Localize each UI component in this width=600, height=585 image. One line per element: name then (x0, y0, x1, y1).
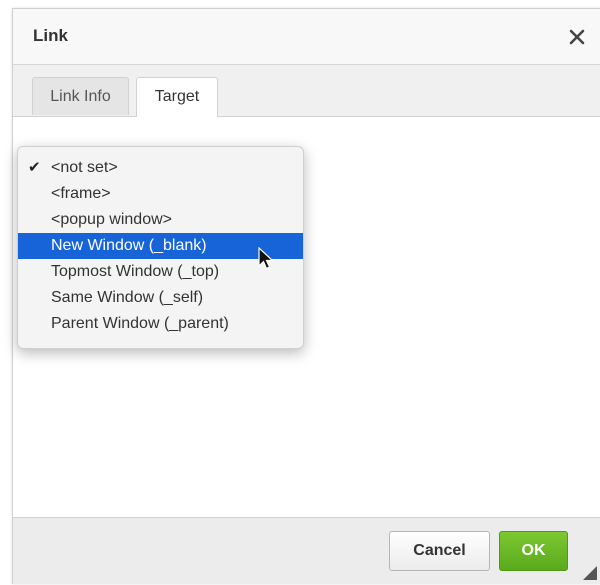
option-label: <popup window> (51, 211, 172, 228)
option-frame[interactable]: <frame> (18, 181, 303, 207)
option-label: Same Window (_self) (51, 289, 204, 306)
option-label: <frame> (51, 185, 111, 202)
target-options-list: ✔ <not set> <frame> <popup window> New W… (18, 155, 303, 337)
dialog-title: Link (33, 26, 68, 45)
close-icon[interactable] (565, 25, 589, 49)
option-popup-window[interactable]: <popup window> (18, 207, 303, 233)
target-tab-panel: ✔ <not set> <frame> <popup window> New W… (13, 117, 600, 518)
option-parent-window-parent[interactable]: Parent Window (_parent) (18, 311, 303, 337)
tab-target[interactable]: Target (136, 77, 218, 117)
option-not-set[interactable]: ✔ <not set> (18, 155, 303, 181)
option-same-window-self[interactable]: Same Window (_self) (18, 285, 303, 311)
option-label: <not set> (51, 159, 118, 176)
checkmark-icon: ✔ (28, 159, 41, 176)
link-dialog: Link Link Info Target ✔ <not set> <frame… (12, 8, 600, 584)
resize-handle-icon[interactable] (583, 566, 597, 580)
cancel-button[interactable]: Cancel (389, 531, 490, 571)
tab-bar: Link Info Target (13, 65, 600, 117)
option-label: Parent Window (_parent) (51, 315, 229, 332)
ok-button[interactable]: OK (499, 531, 568, 571)
mouse-pointer-icon (258, 246, 275, 271)
option-label: New Window (_blank) (51, 237, 207, 254)
tab-link-info[interactable]: Link Info (32, 77, 129, 115)
dialog-footer: Cancel OK (13, 517, 600, 584)
dialog-titlebar[interactable]: Link (13, 9, 600, 65)
option-label: Topmost Window (_top) (51, 263, 220, 280)
